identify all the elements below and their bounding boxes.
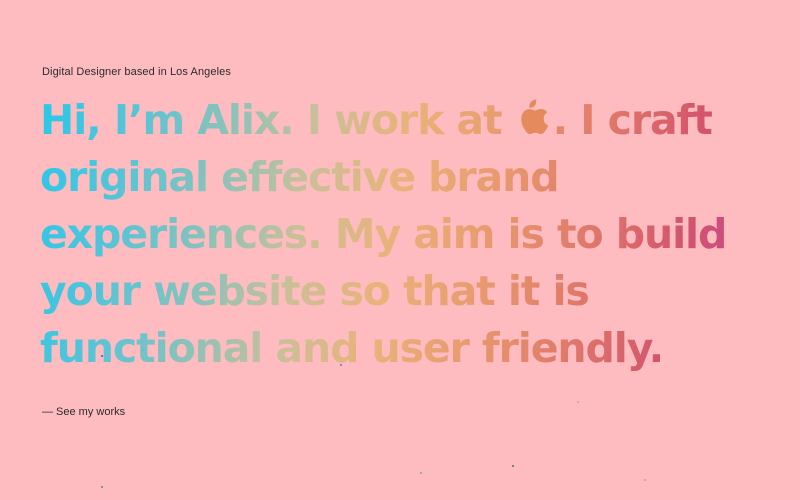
hero-line-3: experiences. My aim is to build — [40, 210, 727, 258]
page: Digital Designer based in Los Angeles Hi… — [0, 0, 800, 500]
hero-line-1-start: Hi, I’m Alix. I work at — [40, 96, 515, 144]
confetti-dot — [644, 479, 646, 481]
hero-headline: Hi, I’m Alix. I work at . I craft origin… — [40, 92, 780, 377]
confetti-dot — [577, 401, 579, 403]
confetti-dot — [340, 364, 342, 366]
hero-line-2: original effective brand — [40, 153, 559, 201]
subtitle: Digital Designer based in Los Angeles — [42, 66, 231, 78]
hero-line-4: your website so that it is — [40, 267, 589, 315]
hero-line-5: functional and user friendly. — [40, 324, 664, 372]
confetti-dot — [101, 486, 103, 488]
confetti-dot — [512, 465, 514, 467]
confetti-dot — [420, 472, 422, 474]
hero-line-1-end: . I craft — [552, 96, 712, 144]
see-my-works-link[interactable]: — See my works — [42, 406, 125, 418]
apple-logo-icon — [516, 97, 552, 137]
confetti-dot — [101, 355, 103, 357]
hero-line-1: Hi, I’m Alix. I work at . I craft — [40, 92, 780, 149]
